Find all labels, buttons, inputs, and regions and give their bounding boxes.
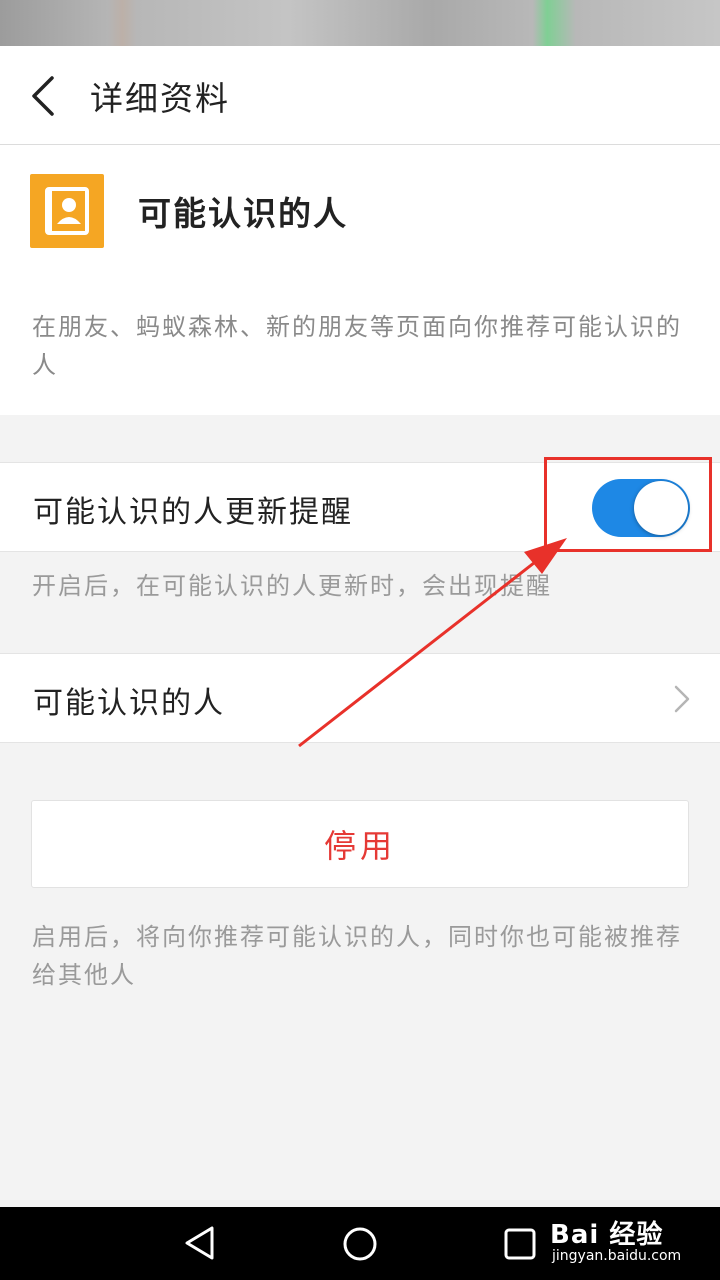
annotation-highlight-box — [544, 457, 712, 552]
disable-button-label: 停用 — [323, 827, 396, 865]
disable-button[interactable]: 停用 — [31, 800, 689, 888]
top-bar: 详细资料 — [0, 46, 720, 145]
update-reminder-note: 开启后，在可能认识的人更新时，会出现提醒 — [32, 572, 552, 600]
circle-home-icon[interactable] — [341, 1225, 379, 1263]
baidu-watermark: Bai 经验 jingyan.baidu.com — [550, 1208, 720, 1268]
chevron-left-icon — [32, 76, 54, 116]
watermark-url: jingyan.baidu.com — [552, 1248, 682, 1264]
status-bar — [0, 0, 720, 46]
update-reminder-label: 可能认识的人更新提醒 — [33, 495, 353, 530]
people-link-row[interactable]: 可能认识的人 — [0, 653, 720, 743]
square-recents-icon[interactable] — [503, 1227, 537, 1261]
disable-note: 启用后，将向你推荐可能认识的人，同时你也可能被推荐给其他人 — [32, 923, 682, 989]
app-description: 在朋友、蚂蚁森林、新的朋友等页面向你推荐可能认识的人 — [32, 313, 682, 379]
back-button[interactable] — [22, 74, 66, 118]
watermark-brand: Bai 经验 — [550, 1220, 664, 1250]
app-header-card: 可能认识的人 在朋友、蚂蚁森林、新的朋友等页面向你推荐可能认识的人 — [0, 145, 720, 415]
triangle-back-icon[interactable] — [182, 1225, 218, 1261]
contact-card-icon — [30, 174, 104, 248]
page-title: 详细资料 — [90, 79, 230, 118]
chevron-right-icon — [674, 685, 690, 713]
people-link-label: 可能认识的人 — [33, 686, 225, 721]
app-name: 可能认识的人 — [138, 194, 348, 233]
